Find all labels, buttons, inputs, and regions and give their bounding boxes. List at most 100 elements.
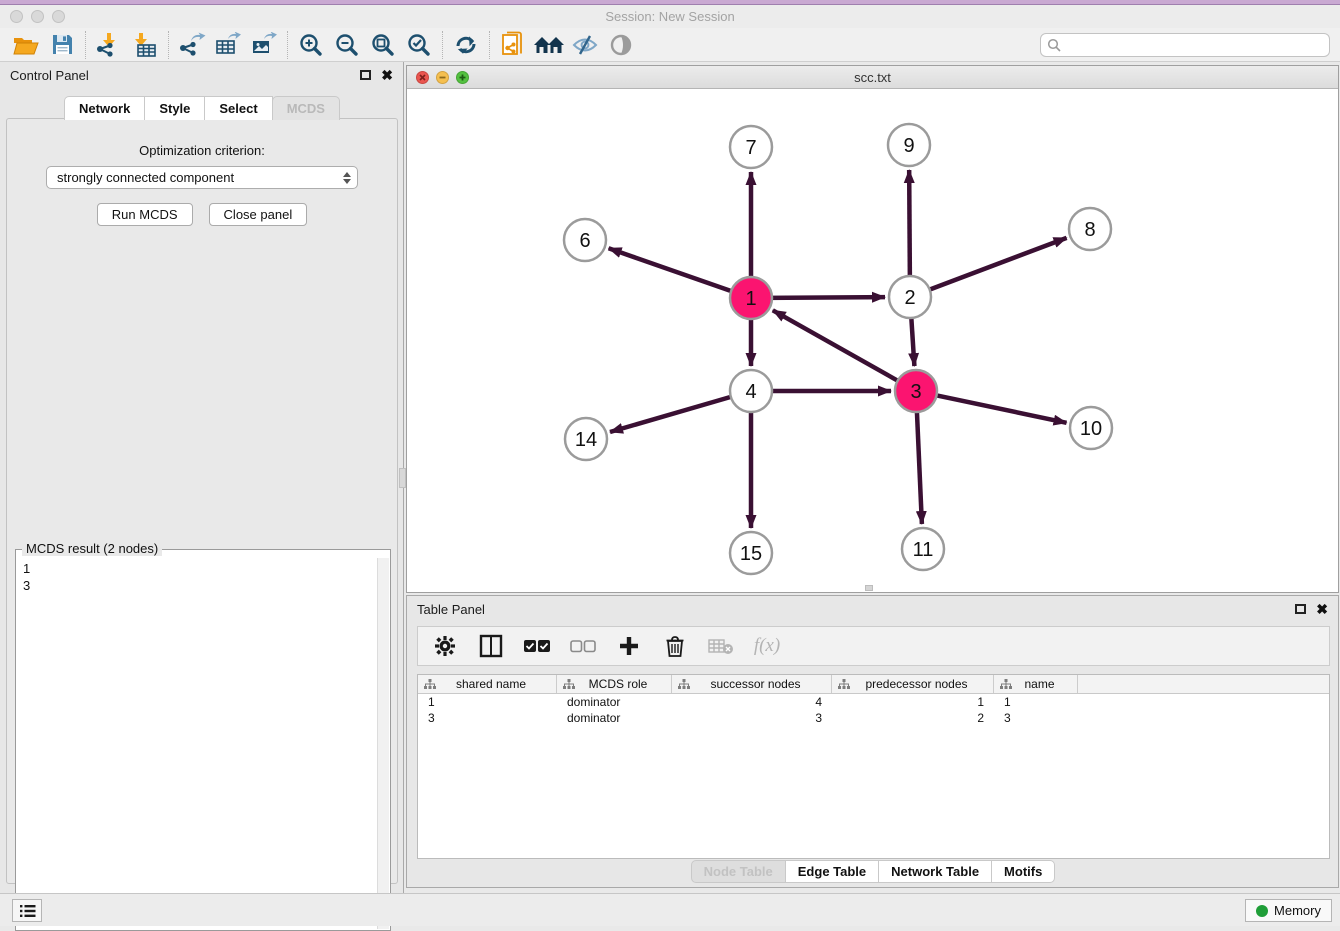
edge-4-14[interactable] bbox=[610, 396, 735, 432]
select-all-icon[interactable] bbox=[524, 633, 550, 659]
export-image-icon[interactable] bbox=[246, 30, 282, 60]
close-table-panel-icon[interactable]: ✖ bbox=[1316, 604, 1328, 614]
graph-node-9[interactable]: 9 bbox=[888, 124, 930, 166]
task-history-button[interactable] bbox=[12, 899, 42, 922]
import-network-icon[interactable] bbox=[91, 30, 127, 60]
svg-text:11: 11 bbox=[913, 539, 934, 561]
column-header-MCDS-role[interactable]: MCDS role bbox=[557, 675, 672, 693]
save-session-icon[interactable] bbox=[44, 30, 80, 60]
criterion-select[interactable]: strongly connected component bbox=[46, 166, 358, 189]
network-canvas[interactable]: 7 9 6 8 1 2 4 3 14 10 15 11 bbox=[407, 89, 1338, 592]
graph-node-6[interactable]: 6 bbox=[564, 219, 606, 261]
column-header-name[interactable]: name bbox=[994, 675, 1078, 693]
apply-layout-icon[interactable] bbox=[448, 30, 484, 60]
edge-2-8[interactable] bbox=[926, 238, 1067, 291]
zoom-selected-icon[interactable] bbox=[401, 30, 437, 60]
close-panel-button[interactable]: Close panel bbox=[209, 203, 308, 226]
graph-node-1[interactable]: 1 bbox=[730, 277, 772, 319]
edge-2-3[interactable] bbox=[911, 314, 914, 366]
zoom-in-icon[interactable] bbox=[293, 30, 329, 60]
toolbar-separator bbox=[85, 31, 86, 59]
table-row[interactable]: 1dominator411 bbox=[418, 694, 1329, 710]
open-file-icon[interactable] bbox=[8, 30, 44, 60]
canvas-resize-handle[interactable] bbox=[865, 585, 873, 591]
hide-eye-icon[interactable] bbox=[567, 30, 603, 60]
table-cell[interactable]: 4 bbox=[672, 694, 832, 710]
table-tab-motifs[interactable]: Motifs bbox=[991, 860, 1055, 883]
svg-text:14: 14 bbox=[575, 429, 597, 451]
window-titlebar: Session: New Session bbox=[0, 5, 1340, 28]
edge-1-6[interactable] bbox=[609, 248, 735, 292]
table-cell[interactable]: dominator bbox=[557, 710, 672, 726]
graph-node-11[interactable]: 11 bbox=[902, 528, 944, 570]
trash-icon[interactable] bbox=[662, 633, 688, 659]
deselect-all-icon[interactable] bbox=[570, 633, 596, 659]
node-table: shared nameMCDS rolesuccessor nodesprede… bbox=[417, 674, 1330, 859]
clone-network-icon[interactable] bbox=[495, 30, 531, 60]
mcds-result-text[interactable]: 1 3 bbox=[17, 558, 377, 929]
export-network-icon[interactable] bbox=[174, 30, 210, 60]
table-tab-node-table[interactable]: Node Table bbox=[691, 860, 786, 883]
tab-network[interactable]: Network bbox=[64, 96, 145, 120]
column-header-predecessor-nodes[interactable]: predecessor nodes bbox=[832, 675, 994, 693]
export-table-icon[interactable] bbox=[210, 30, 246, 60]
edge-3-10[interactable] bbox=[933, 395, 1067, 423]
table-cell[interactable]: 3 bbox=[994, 710, 1078, 726]
search-input[interactable] bbox=[1062, 36, 1329, 54]
float-panel-icon[interactable] bbox=[360, 70, 371, 80]
table-panel: Table Panel ✖ bbox=[406, 595, 1339, 888]
result-line: 1 bbox=[23, 560, 371, 577]
edge-1-2[interactable] bbox=[768, 297, 885, 298]
graph-node-2[interactable]: 2 bbox=[889, 276, 931, 318]
tab-style[interactable]: Style bbox=[144, 96, 205, 120]
add-icon[interactable] bbox=[616, 633, 642, 659]
run-mcds-button[interactable]: Run MCDS bbox=[97, 203, 193, 226]
edge-3-11[interactable] bbox=[917, 408, 922, 524]
memory-status-icon bbox=[1256, 905, 1268, 917]
toolbar-separator bbox=[442, 31, 443, 59]
table-tab-network-table[interactable]: Network Table bbox=[878, 860, 992, 883]
table-cell[interactable]: 3 bbox=[672, 710, 832, 726]
network-maximize-button[interactable] bbox=[456, 71, 469, 84]
import-table-icon[interactable] bbox=[127, 30, 163, 60]
table-cell[interactable]: 3 bbox=[418, 710, 557, 726]
table-cell[interactable]: 1 bbox=[994, 694, 1078, 710]
tab-mcds[interactable]: MCDS bbox=[272, 96, 340, 120]
search-box[interactable] bbox=[1040, 33, 1330, 57]
graph-node-4[interactable]: 4 bbox=[730, 370, 772, 412]
column-header-successor-nodes[interactable]: successor nodes bbox=[672, 675, 832, 693]
edge-3-1[interactable] bbox=[773, 310, 901, 382]
table-cell[interactable]: 1 bbox=[832, 694, 994, 710]
gear-icon[interactable] bbox=[432, 633, 458, 659]
tab-select[interactable]: Select bbox=[204, 96, 272, 120]
svg-text:3: 3 bbox=[910, 381, 921, 403]
result-scrollbar[interactable] bbox=[377, 558, 389, 929]
graph-node-8[interactable]: 8 bbox=[1069, 208, 1111, 250]
panel-splitter-handle[interactable] bbox=[399, 468, 406, 488]
table-cell[interactable]: 1 bbox=[418, 694, 557, 710]
graph-node-15[interactable]: 15 bbox=[730, 532, 772, 574]
table-cell[interactable]: 2 bbox=[832, 710, 994, 726]
table-row[interactable]: 3dominator323 bbox=[418, 710, 1329, 726]
network-close-button[interactable] bbox=[416, 71, 429, 84]
graph-node-14[interactable]: 14 bbox=[565, 418, 607, 460]
toolbar-separator bbox=[489, 31, 490, 59]
table-cell[interactable]: dominator bbox=[557, 694, 672, 710]
zoom-fit-icon[interactable] bbox=[365, 30, 401, 60]
home-icon[interactable] bbox=[531, 30, 567, 60]
svg-text:8: 8 bbox=[1084, 219, 1095, 241]
show-eye-icon[interactable] bbox=[603, 30, 639, 60]
edge-2-9[interactable] bbox=[909, 170, 910, 280]
graph-node-3[interactable]: 3 bbox=[895, 370, 937, 412]
table-tab-edge-table[interactable]: Edge Table bbox=[785, 860, 879, 883]
graph-node-7[interactable]: 7 bbox=[730, 126, 772, 168]
zoom-out-icon[interactable] bbox=[329, 30, 365, 60]
graph-node-10[interactable]: 10 bbox=[1070, 407, 1112, 449]
float-table-panel-icon[interactable] bbox=[1295, 604, 1306, 614]
memory-button[interactable]: Memory bbox=[1245, 899, 1332, 922]
column-header-shared-name[interactable]: shared name bbox=[418, 675, 557, 693]
network-minimize-button[interactable] bbox=[436, 71, 449, 84]
columns-icon[interactable] bbox=[478, 633, 504, 659]
close-panel-icon[interactable]: ✖ bbox=[381, 70, 393, 80]
network-window-titlebar[interactable]: scc.txt bbox=[407, 66, 1338, 89]
